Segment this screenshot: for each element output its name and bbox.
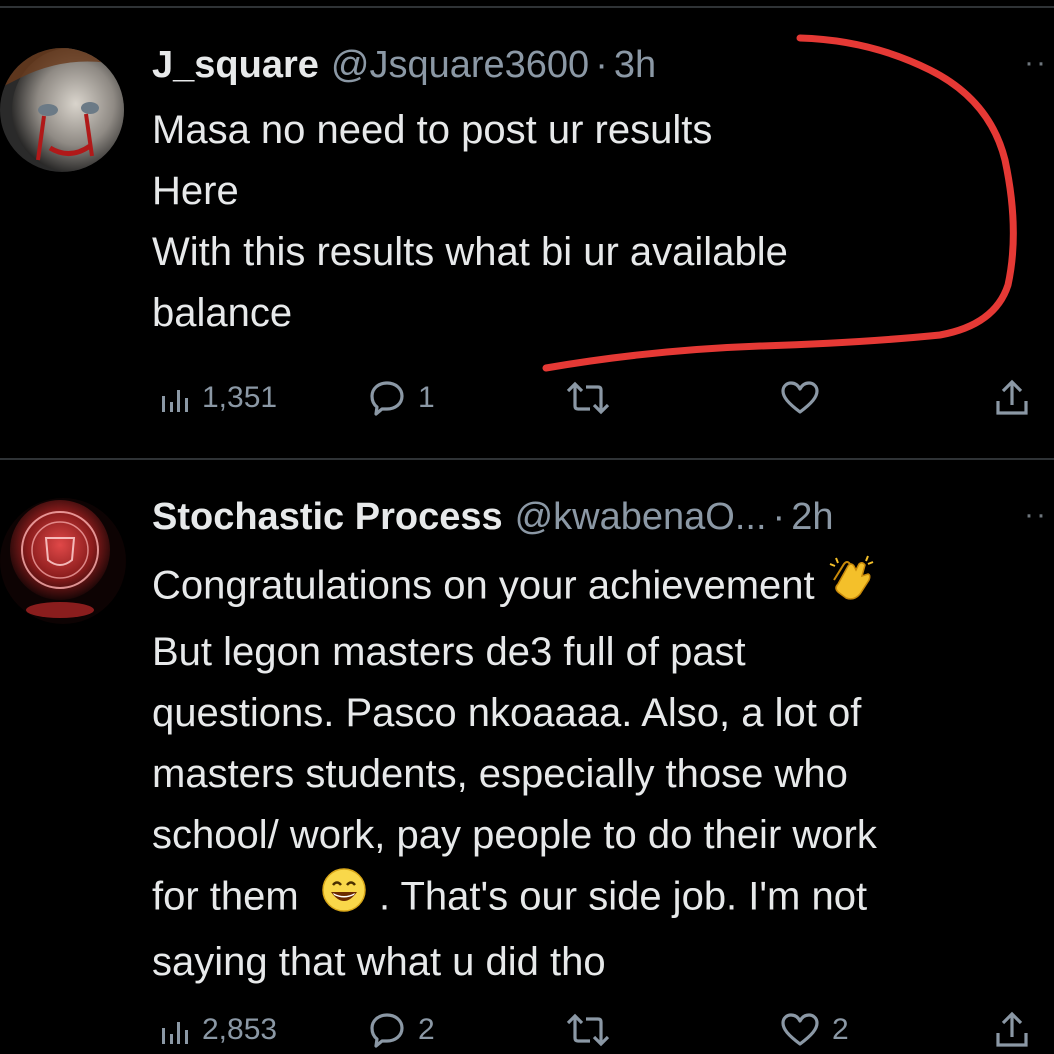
avatar[interactable]	[0, 48, 124, 172]
display-name[interactable]: Stochastic Process	[152, 492, 503, 542]
tweet-text-line: for them . That's our side job. I'm not	[152, 866, 1032, 932]
clapping-hands-emoji	[826, 554, 876, 622]
tweet-text-line: Congratulations on your achievement	[152, 554, 1032, 622]
retweet-button[interactable]	[566, 1008, 622, 1052]
timeline: J_square @Jsquare3600 · 3h ·· Masa no ne…	[0, 0, 1054, 1054]
more-options-icon[interactable]: ··	[1024, 46, 1048, 80]
tweet-text-line: Masa no need to post ur results	[152, 108, 713, 152]
tweet-text-segment: . That's our side job. I'm not	[378, 874, 868, 919]
retweet-button[interactable]	[566, 376, 622, 420]
tweet-text-line: masters students, especially those who	[152, 752, 848, 796]
tweet-card[interactable]: Stochastic Process @kwabenaO... · 2h ·· …	[0, 462, 1054, 1054]
reply-button[interactable]: 1	[368, 376, 435, 420]
bar-chart-icon	[162, 1022, 188, 1044]
timestamp[interactable]: 2h	[791, 492, 833, 542]
tweet-actions: 2,853 2 2	[152, 1008, 1038, 1052]
heart-icon	[781, 381, 819, 414]
tweet-text-line: questions. Pasco nkoaaaa. Also, a lot of	[152, 691, 862, 735]
tweet-text-line: saying that what u did tho	[152, 940, 606, 984]
tweet-text-line: school/ work, pay people to do their wor…	[152, 813, 877, 857]
like-button[interactable]: 2	[780, 1008, 849, 1052]
user-handle[interactable]: @kwabenaO...	[515, 492, 767, 542]
tweet-text-line: balance	[152, 291, 293, 335]
timestamp[interactable]: 3h	[614, 40, 656, 90]
share-icon	[996, 1011, 1028, 1047]
top-divider	[0, 6, 1054, 8]
share-icon	[996, 379, 1028, 415]
reply-button[interactable]: 2	[368, 1008, 435, 1052]
views-button[interactable]: 2,853	[160, 1008, 277, 1052]
more-options-icon[interactable]: ··	[1024, 498, 1048, 532]
bar-chart-icon	[162, 390, 188, 412]
reply-bubble-icon	[370, 381, 404, 416]
tweet-text-line: But legon masters de3 full of past	[152, 630, 746, 674]
heart-icon	[781, 1013, 819, 1046]
club-crest-lamp-avatar-image	[0, 498, 126, 624]
reply-count: 2	[418, 1013, 435, 1046]
tweet-text: Congratulations on your achievement But …	[152, 554, 1032, 993]
avatar[interactable]	[0, 498, 126, 624]
retweet-icon	[566, 381, 610, 415]
tweet-header: Stochastic Process @kwabenaO... · 2h	[152, 492, 833, 542]
views-count: 1,351	[202, 381, 278, 414]
user-handle[interactable]: @Jsquare3600	[331, 40, 589, 90]
tweet-text-segment: for them	[152, 874, 299, 919]
like-button[interactable]	[780, 376, 832, 420]
separator-dot: ·	[772, 496, 786, 538]
tweet-text: Masa no need to post ur results Here Wit…	[152, 100, 1032, 344]
reply-bubble-icon	[370, 1013, 404, 1048]
share-button[interactable]	[994, 1008, 1030, 1052]
display-name[interactable]: J_square	[152, 40, 319, 90]
tweet-text-line: Here	[152, 169, 239, 213]
tweet-text-line: With this results what bi ur available	[152, 230, 788, 274]
tweet-header: J_square @Jsquare3600 · 3h	[152, 40, 656, 90]
retweet-icon	[566, 1013, 610, 1047]
views-count: 2,853	[202, 1013, 278, 1046]
views-button[interactable]: 1,351	[160, 376, 277, 420]
tweet-actions: 1,351 1	[152, 376, 1038, 420]
tweet-divider	[0, 458, 1054, 460]
share-button[interactable]	[994, 376, 1030, 420]
tweet-card[interactable]: J_square @Jsquare3600 · 3h ·· Masa no ne…	[0, 10, 1054, 458]
grinning-face-emoji	[320, 866, 368, 932]
tweet-text-segment: Congratulations on your achievement	[152, 563, 815, 608]
like-count: 2	[832, 1013, 849, 1046]
separator-dot: ·	[595, 44, 608, 86]
reply-count: 1	[418, 381, 435, 414]
clown-avatar-image	[0, 48, 124, 172]
